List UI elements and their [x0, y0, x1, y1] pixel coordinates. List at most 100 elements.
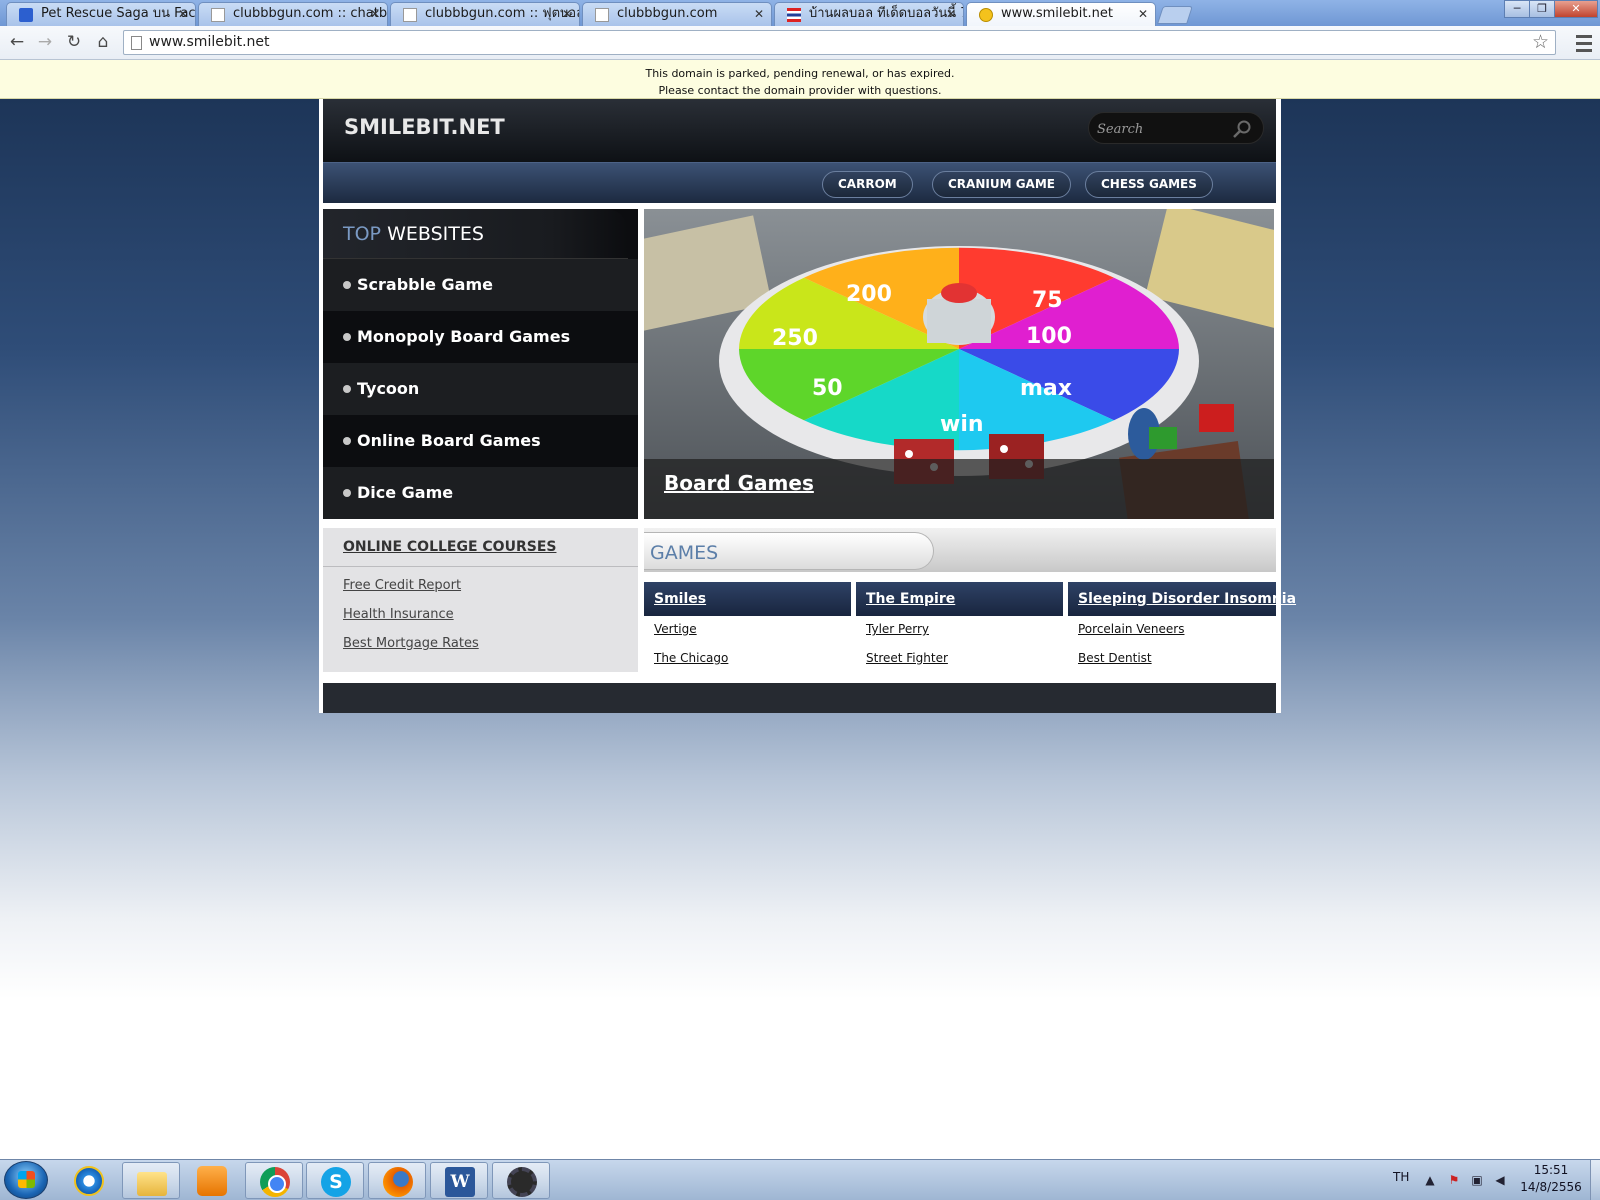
address-bar[interactable]: www.smilebit.net ☆: [123, 30, 1556, 55]
nav-carrom[interactable]: CARROM: [822, 171, 913, 198]
sidebar-item-tycoon[interactable]: Tycoon: [323, 363, 638, 415]
sidebar-item-monopoly-board-games[interactable]: Monopoly Board Games: [323, 311, 638, 363]
online-college-courses-panel: ONLINE COLLEGE COURSES Free Credit Repor…: [323, 528, 638, 672]
link-tyler-perry[interactable]: Tyler Perry: [866, 622, 929, 636]
wheel-label: 100: [1026, 324, 1072, 349]
taskbar-word[interactable]: W: [430, 1162, 488, 1199]
media-player-icon: [197, 1166, 227, 1196]
sidebar-item-dice-game[interactable]: Dice Game: [323, 467, 638, 519]
link-porcelain-veneers[interactable]: Porcelain Veneers: [1078, 622, 1184, 636]
minimize-button[interactable]: ─: [1504, 0, 1530, 18]
hero-caption-link[interactable]: Board Games: [664, 471, 814, 495]
sidebar-item-label: Dice Game: [357, 483, 454, 502]
taskbar-internet-explorer[interactable]: [60, 1162, 118, 1199]
tab-smilebit[interactable]: www.smilebit.net ✕: [966, 2, 1156, 26]
link-the-chicago[interactable]: The Chicago: [654, 651, 728, 665]
smiley-icon: [979, 8, 993, 22]
taskbar-skype[interactable]: S: [306, 1162, 364, 1199]
clock-date: 14/8/2556: [1520, 1180, 1582, 1194]
search-box: [1088, 112, 1264, 144]
link-health-insurance[interactable]: Health Insurance: [343, 607, 454, 622]
tab-clubbbgun-football[interactable]: clubbbgun.com :: ฟุตบอลร ✕: [390, 2, 580, 26]
top-websites-panel: TOP WEBSITES Scrabble Game Monopoly Boar…: [323, 209, 638, 519]
taskbar-gear-app[interactable]: [492, 1162, 550, 1199]
taskbar-explorer[interactable]: [122, 1162, 180, 1199]
new-tab-button[interactable]: [1157, 6, 1193, 24]
tab-title: clubbbgun.com :: ฟุตบอลร: [425, 6, 580, 21]
nav-chess-games[interactable]: CHESS GAMES: [1085, 171, 1213, 198]
link-best-mortgage-rates[interactable]: Best Mortgage Rates: [343, 636, 479, 651]
language-indicator[interactable]: TH: [1393, 1170, 1409, 1184]
sidebar-item-label: Online Board Games: [357, 431, 541, 450]
system-clock[interactable]: 15:51 14/8/2556: [1518, 1162, 1584, 1196]
search-input[interactable]: [1097, 119, 1227, 139]
tab-close-icon[interactable]: ✕: [562, 3, 572, 25]
link-best-dentist[interactable]: Best Dentist: [1078, 651, 1152, 665]
hero-banner[interactable]: 200 250 50 win max 100 75 Board Games: [644, 209, 1274, 519]
back-arrow-icon[interactable]: ←: [6, 31, 28, 53]
menu-icon[interactable]: [1574, 31, 1594, 53]
page-icon: [211, 8, 225, 22]
games-column-smiles[interactable]: Smiles: [644, 582, 851, 616]
taskbar-media-player[interactable]: [183, 1162, 241, 1199]
tab-close-icon[interactable]: ✕: [754, 3, 764, 25]
home-icon[interactable]: ⌂: [92, 31, 114, 53]
browser-toolbar: ← → ↻ ⌂ www.smilebit.net ☆: [0, 26, 1600, 60]
page-icon: [595, 8, 609, 22]
word-icon: W: [445, 1167, 475, 1197]
bookmark-star-icon[interactable]: ☆: [1532, 31, 1549, 53]
reload-icon[interactable]: ↻: [63, 31, 85, 53]
tab-thai-football[interactable]: บ้านผลบอล ทีเด็ดบอลวันนี้ 7m ✕: [774, 2, 964, 26]
tab-strip: Pet Rescue Saga บน Faceb ✕ clubbbgun.com…: [0, 0, 1600, 26]
hero-caption-bar: Board Games: [644, 459, 1274, 519]
clock-time: 15:51: [1533, 1163, 1569, 1177]
start-button[interactable]: [4, 1161, 48, 1199]
url-text[interactable]: www.smilebit.net: [149, 31, 270, 54]
tab-title: clubbbgun.com: [617, 6, 718, 21]
search-icon[interactable]: [1231, 119, 1253, 139]
bullet-icon: [343, 437, 351, 445]
courses-title-link[interactable]: ONLINE COLLEGE COURSES: [343, 539, 556, 555]
tab-close-icon[interactable]: ✕: [1138, 3, 1148, 25]
tab-close-icon[interactable]: ✕: [178, 3, 188, 25]
sidebar-title-accent: TOP: [343, 223, 382, 245]
site-logo[interactable]: SMILEBIT.NET: [344, 115, 505, 139]
blue-square-icon: [19, 8, 33, 22]
games-column-sleeping-disorder[interactable]: Sleeping Disorder Insomnia: [1068, 582, 1296, 616]
link-vertige[interactable]: Vertige: [654, 622, 697, 636]
taskbar-chrome[interactable]: [245, 1162, 303, 1199]
taskbar-firefox[interactable]: [368, 1162, 426, 1199]
sidebar-item-label: Tycoon: [357, 379, 420, 398]
gear-app-icon: [507, 1167, 537, 1197]
folder-icon: [137, 1172, 167, 1196]
wheel-label: 200: [846, 282, 892, 307]
notice-line-2: Please contact the domain provider with …: [658, 84, 942, 97]
window-close-button[interactable]: ✕: [1554, 0, 1598, 18]
restore-button[interactable]: ❐: [1529, 0, 1555, 18]
wheel-label: win: [940, 412, 984, 437]
page-icon: [403, 8, 417, 22]
link-street-fighter[interactable]: Street Fighter: [866, 651, 948, 665]
sidebar-item-scrabble-game[interactable]: Scrabble Game: [323, 259, 638, 311]
action-center-flag-icon[interactable]: ⚑: [1447, 1173, 1461, 1187]
show-desktop-button[interactable]: [1590, 1160, 1600, 1200]
tab-pet-rescue[interactable]: Pet Rescue Saga บน Faceb ✕: [6, 2, 196, 26]
nav-cranium-game[interactable]: CRANIUM GAME: [932, 171, 1071, 198]
bullet-icon: [343, 333, 351, 341]
tab-title: บ้านผลบอล ทีเด็ดบอลวันนี้ 7m: [809, 6, 963, 21]
tab-close-icon[interactable]: ✕: [370, 3, 380, 25]
tab-close-icon[interactable]: ✕: [946, 3, 956, 25]
games-column-the-empire[interactable]: The Empire: [856, 582, 1063, 616]
tab-clubbbgun[interactable]: clubbbgun.com ✕: [582, 2, 772, 26]
network-icon[interactable]: ▣: [1470, 1173, 1484, 1187]
volume-icon[interactable]: ◀: [1493, 1173, 1507, 1187]
tab-clubbbgun-chatbox[interactable]: clubbbgun.com :: chatbo ✕: [198, 2, 388, 26]
site-nav: CARROM CRANIUM GAME CHESS GAMES: [323, 162, 1276, 203]
sidebar-item-online-board-games[interactable]: Online Board Games: [323, 415, 638, 467]
firefox-icon: [383, 1167, 413, 1197]
wheel-label: 50: [812, 376, 843, 401]
show-hidden-icons-arrow-icon[interactable]: ▲: [1423, 1173, 1437, 1187]
forward-arrow-icon[interactable]: →: [34, 31, 56, 53]
link-free-credit-report[interactable]: Free Credit Report: [343, 578, 461, 593]
chrome-icon: [260, 1167, 290, 1197]
